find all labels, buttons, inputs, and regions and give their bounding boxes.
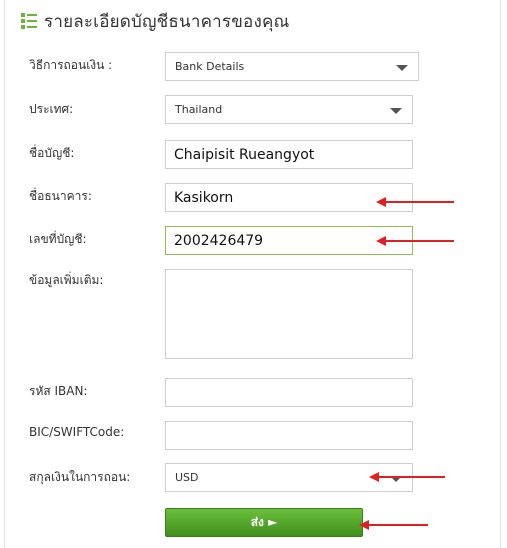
additional-info-textarea[interactable]: [165, 269, 413, 359]
annotation-arrow-account-number: [376, 236, 454, 246]
chevron-down-icon: [390, 108, 402, 114]
country-select[interactable]: Thailand: [165, 95, 413, 124]
account-name-label: ชื่อบัญชี:: [29, 146, 75, 160]
annotation-arrow-currency: [369, 472, 445, 482]
currency-label: สกุลเงินในการถอน:: [29, 470, 131, 484]
section-header: รายละเอียดบัญชีธนาคารของคุณ: [21, 8, 290, 34]
withdraw-method-label: วิธีการถอนเงิน :: [29, 58, 113, 72]
account-name-input[interactable]: Chaipisit Rueangyot: [165, 140, 413, 169]
country-value: Thailand: [175, 103, 223, 116]
form-panel: รายละเอียดบัญชีธนาคารของคุณ วิธีการถอนเง…: [4, 0, 501, 548]
country-label: ประเทศ:: [29, 102, 74, 116]
iban-input[interactable]: [165, 378, 413, 407]
currency-value: USD: [175, 471, 199, 484]
list-icon: [21, 13, 37, 29]
swift-input[interactable]: [165, 421, 413, 450]
additional-info-label: ข้อมูลเพิ่มเติม:: [29, 273, 104, 287]
withdraw-method-select[interactable]: Bank Details: [165, 52, 419, 81]
bank-name-label: ชื่อธนาคาร:: [29, 189, 92, 203]
annotation-arrow-submit: [359, 520, 428, 530]
swift-label: BIC/SWIFTCode:: [29, 425, 125, 439]
account-number-label: เลขที่บัญชี:: [29, 232, 87, 246]
chevron-down-icon: [396, 65, 408, 71]
submit-button[interactable]: ส่ง ►: [165, 508, 363, 537]
page-title: รายละเอียดบัญชีธนาคารของคุณ: [44, 11, 290, 32]
iban-label: รหัส IBAN:: [29, 384, 88, 398]
withdraw-method-value: Bank Details: [175, 60, 245, 73]
annotation-arrow-bank-name: [376, 197, 454, 207]
